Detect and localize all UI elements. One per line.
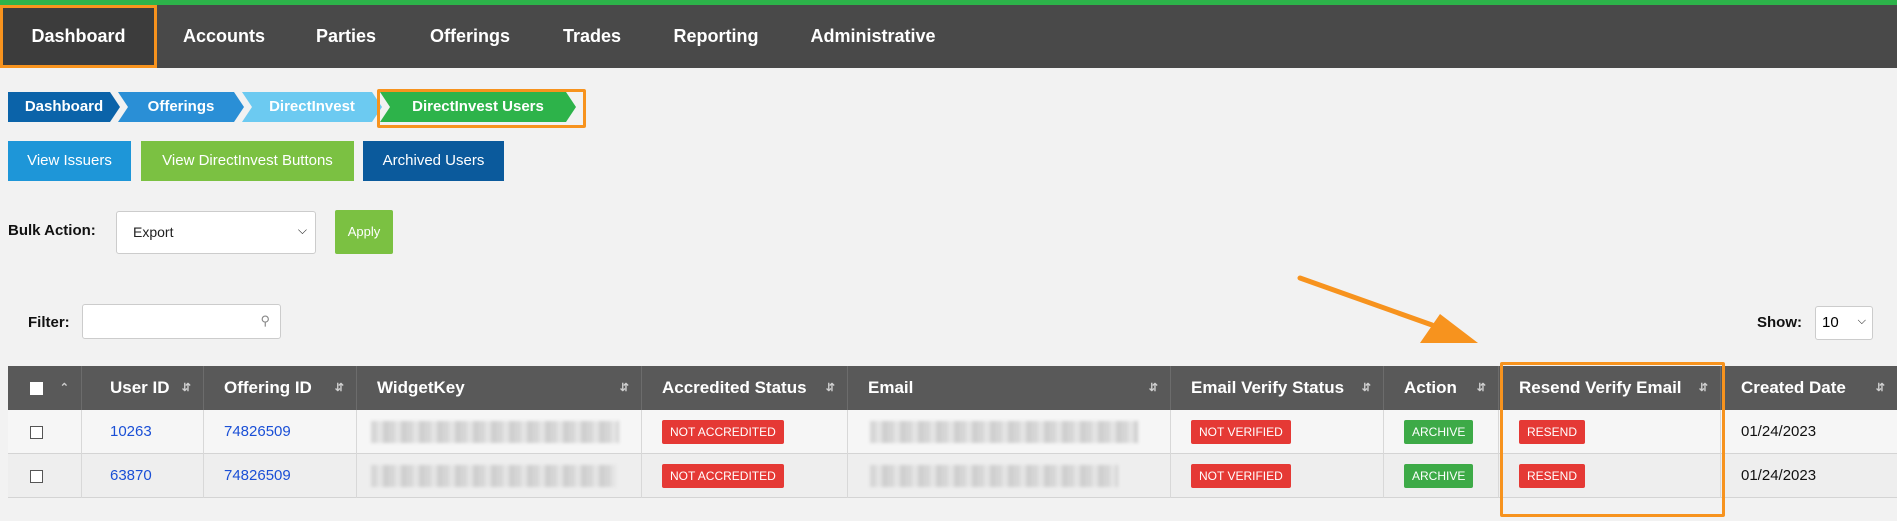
user-id-cell[interactable]: 63870 [82,454,204,498]
col-user-id[interactable]: User ID ⇵ [82,366,204,410]
nav-accounts[interactable]: Accounts [157,5,291,68]
offering-id-cell[interactable]: 74826509 [204,410,357,454]
select-all-header[interactable]: ⌃ [8,366,82,410]
email-cell [848,410,1171,454]
email-cell [848,454,1171,498]
resend-cell: RESEND [1499,410,1721,454]
accredited-cell: NOT ACCREDITED [642,410,848,454]
archive-button[interactable]: ARCHIVE [1404,464,1474,489]
row-select[interactable] [8,454,82,498]
col-accredited-status[interactable]: Accredited Status ⇵ [642,366,848,410]
table-header: ⌃ User ID ⇵ Offering ID ⇵ WidgetKey ⇵ Accre… [8,366,1897,410]
nav-dashboard[interactable]: Dashboard [0,5,157,68]
verify-status-cell: NOT VERIFIED [1171,410,1384,454]
accredited-status-badge: NOT ACCREDITED [662,420,784,445]
sort-icon: ⇵ [825,382,835,394]
sort-icon: ⇵ [619,382,629,394]
col-email-verify-status[interactable]: Email Verify Status ⇵ [1171,366,1384,410]
breadcrumb-offerings[interactable]: Offerings [118,92,244,122]
redacted-widgetkey [371,465,616,488]
table-row: 10263 74826509 NOT ACCREDITED NOT VERIFI… [8,410,1897,454]
sort-icon: ⇵ [1698,382,1708,394]
action-cell: ARCHIVE [1384,454,1499,498]
breadcrumb-directinvest[interactable]: DirectInvest [242,92,382,122]
select-all-checkbox[interactable] [30,382,43,396]
sort-icon: ⇵ [334,382,344,394]
sort-icon: ⇵ [1148,382,1158,394]
col-offering-id-label: Offering ID [224,378,312,397]
col-email[interactable]: Email ⇵ [848,366,1171,410]
col-widgetkey[interactable]: WidgetKey ⇵ [357,366,642,410]
row-select[interactable] [8,410,82,454]
nav-trades[interactable]: Trades [539,5,645,68]
col-widgetkey-label: WidgetKey [377,378,465,397]
widgetkey-cell [357,410,642,454]
col-created-date[interactable]: Created Date ⇵ [1721,366,1897,410]
col-resend-verify-email[interactable]: Resend Verify Email ⇵ [1499,366,1721,410]
redacted-email [870,465,1118,488]
sort-icon: ⇵ [181,382,191,394]
verify-status-badge: NOT VERIFIED [1191,464,1291,489]
view-directinvest-buttons-button[interactable]: View DirectInvest Buttons [141,141,354,181]
action-cell: ARCHIVE [1384,410,1499,454]
verify-status-badge: NOT VERIFIED [1191,420,1291,445]
chevron-down-icon: ⌵ [1857,315,1866,327]
row-checkbox[interactable] [30,469,43,483]
view-issuers-button[interactable]: View Issuers [8,141,131,181]
created-date-cell: 01/24/2023 [1741,423,1817,440]
user-id-link[interactable]: 63870 [110,467,152,484]
redacted-widgetkey [371,421,619,444]
resend-button[interactable]: RESEND [1519,420,1586,445]
resend-cell: RESEND [1499,454,1721,498]
col-verify-label: Email Verify Status [1191,378,1345,397]
filter-input[interactable]: ⚲ [82,304,281,339]
bulk-action-label: Bulk Action: [8,222,96,239]
user-id-link[interactable]: 10263 [110,423,152,440]
redacted-email [870,421,1138,444]
sort-icon: ⇵ [1875,382,1885,394]
show-select[interactable]: 10 ⌵ [1815,306,1873,340]
created-date-cell: 01/24/2023 [1741,467,1817,484]
sort-icon: ⇵ [1361,382,1371,394]
col-user-id-label: User ID [110,378,170,397]
col-offering-id[interactable]: Offering ID ⇵ [204,366,357,410]
offering-id-link[interactable]: 74826509 [224,423,291,440]
show-value: 10 [1822,314,1839,331]
chevron-down-icon: ⌵ [297,223,307,237]
archived-users-button[interactable]: Archived Users [363,141,504,181]
filter-label: Filter: [28,314,70,331]
show-label: Show: [1757,314,1802,331]
verify-status-cell: NOT VERIFIED [1171,454,1384,498]
col-created-label: Created Date [1741,378,1846,397]
breadcrumb-directinvest-users[interactable]: DirectInvest Users [380,92,576,122]
search-icon: ⚲ [260,313,270,328]
accredited-status-badge: NOT ACCREDITED [662,464,784,489]
nav-offerings[interactable]: Offerings [401,5,539,68]
main-nav: Dashboard Accounts Parties Offerings Tra… [0,5,1897,68]
col-accredited-label: Accredited Status [662,378,807,397]
table-row: 63870 74826509 NOT ACCREDITED NOT VERIFI… [8,454,1897,498]
breadcrumb-dashboard[interactable]: Dashboard [8,92,120,122]
user-id-cell[interactable]: 10263 [82,410,204,454]
sort-icon: ⌃ [59,382,69,394]
bulk-action-value: Export [133,224,174,240]
sort-icon: ⇵ [1476,382,1486,394]
row-checkbox[interactable] [30,425,43,439]
accredited-cell: NOT ACCREDITED [642,454,848,498]
apply-button[interactable]: Apply [335,210,393,254]
archive-button[interactable]: ARCHIVE [1404,420,1474,445]
nav-administrative[interactable]: Administrative [787,5,959,68]
widgetkey-cell [357,454,642,498]
col-resend-label: Resend Verify Email [1519,378,1682,397]
nav-reporting[interactable]: Reporting [645,5,787,68]
offering-id-cell[interactable]: 74826509 [204,454,357,498]
col-action-label: Action [1404,378,1457,397]
bulk-action-select[interactable]: Export ⌵ [116,211,316,254]
resend-button[interactable]: RESEND [1519,464,1586,489]
nav-parties[interactable]: Parties [291,5,401,68]
col-email-label: Email [868,378,914,397]
offering-id-link[interactable]: 74826509 [224,467,291,484]
col-action[interactable]: Action ⇵ [1384,366,1499,410]
